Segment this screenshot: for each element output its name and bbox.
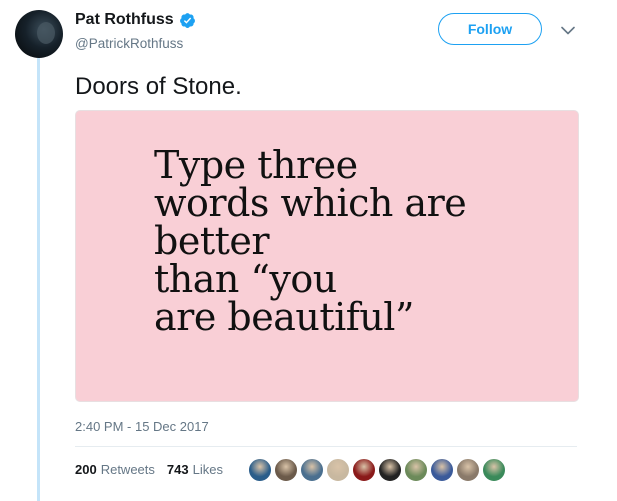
liker-avatar[interactable]	[456, 458, 480, 482]
thread-connector-line	[37, 58, 40, 501]
tweet-image[interactable]: Type three words which are better than “…	[75, 110, 579, 402]
retweets-count: 200	[75, 462, 97, 477]
tweet-text: Doors of Stone.	[75, 73, 242, 100]
avatar[interactable]	[15, 10, 63, 58]
liker-avatar[interactable]	[326, 458, 350, 482]
liker-avatar[interactable]	[378, 458, 402, 482]
likes-label: Likes	[192, 462, 223, 477]
chevron-down-icon[interactable]	[561, 26, 575, 35]
liker-avatar[interactable]	[352, 458, 376, 482]
image-quote-text: Type three words which are better than “…	[154, 146, 467, 339]
liker-avatar[interactable]	[274, 458, 298, 482]
liker-avatars	[248, 458, 508, 482]
divider	[75, 446, 577, 447]
liker-avatar[interactable]	[430, 458, 454, 482]
author-display-name[interactable]: Pat Rothfuss	[75, 11, 174, 29]
liker-avatar[interactable]	[300, 458, 324, 482]
follow-button[interactable]: Follow	[438, 13, 542, 45]
author-handle[interactable]: @PatrickRothfuss	[75, 36, 183, 51]
tweet-stats: 200 Retweets 743 Likes	[75, 462, 235, 477]
liker-avatar[interactable]	[248, 458, 272, 482]
retweets-stat[interactable]: 200 Retweets	[75, 462, 155, 477]
liker-avatar[interactable]	[404, 458, 428, 482]
liker-avatar[interactable]	[482, 458, 506, 482]
verified-badge-icon	[179, 12, 195, 28]
likes-count: 743	[166, 462, 189, 477]
image-text-line: are beautiful”	[154, 295, 414, 339]
likes-stat[interactable]: 743 Likes	[167, 462, 223, 477]
avatar-face	[37, 22, 55, 44]
author-name-row[interactable]: Pat Rothfuss	[75, 11, 196, 29]
retweets-label: Retweets	[100, 462, 155, 477]
tweet-timestamp[interactable]: 2:40 PM - 15 Dec 2017	[75, 419, 209, 434]
